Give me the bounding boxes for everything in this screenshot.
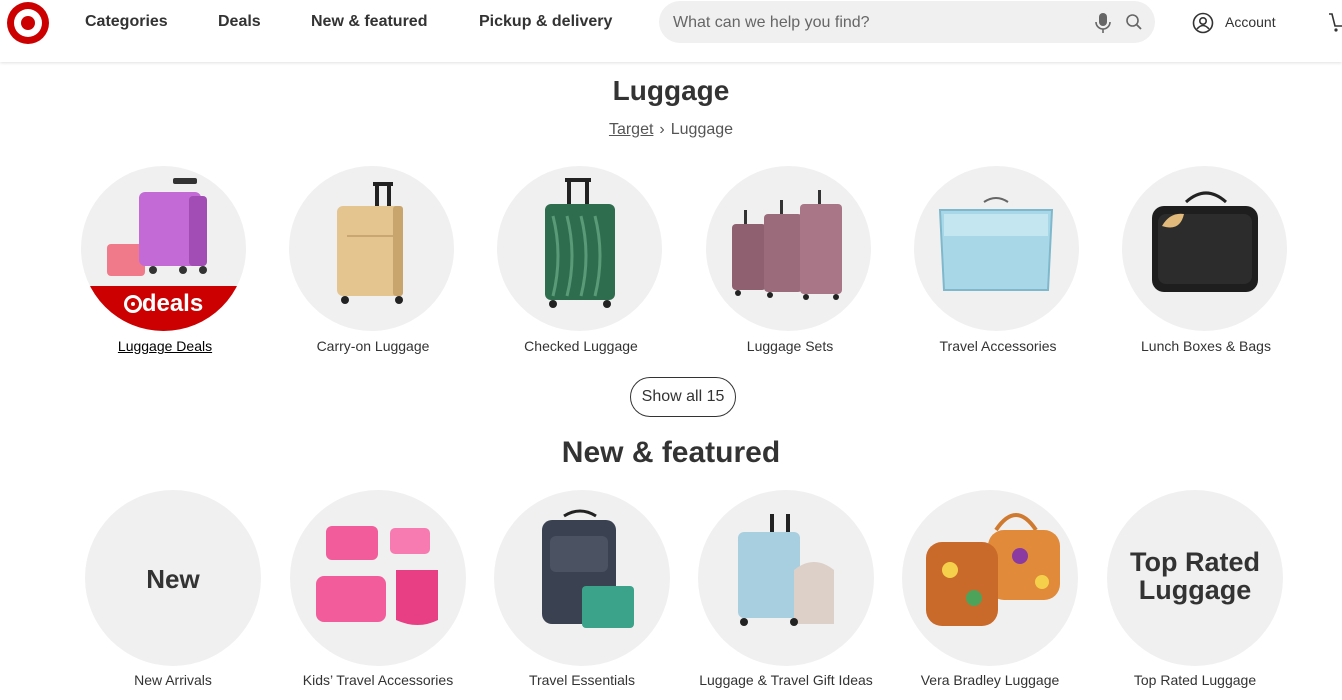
section-title-new-featured: New & featured [561,436,781,469]
microphone-icon[interactable] [1095,12,1111,34]
category-label: Carry-on Luggage [316,338,430,354]
breadcrumb-current: Luggage [670,121,734,138]
account-label: Account [1225,14,1276,30]
featured-image [290,490,466,666]
featured-label: Vera Bradley Luggage [920,672,1060,688]
packing-cube-illustration [938,197,1054,291]
category-image: deals [81,166,246,331]
featured-label: Travel Essentials [528,672,636,688]
carry-on-suitcase-illustration [337,182,403,304]
show-all-button[interactable]: Show all 15 [630,377,736,417]
featured-image: New [85,490,261,666]
account-icon [1192,12,1214,34]
featured-circle-text: New [146,564,200,594]
category-image [706,166,871,331]
category-label: Travel Accessories [939,338,1057,354]
featured-image [494,490,670,666]
cart-icon[interactable] [1328,12,1342,34]
lunch-bag-illustration [1152,191,1258,292]
chevron-right-icon: › [659,121,665,138]
breadcrumb: Target › Luggage [0,121,1342,139]
category-label: Luggage Sets [746,338,834,354]
breadcrumb-link-target[interactable]: Target [609,121,653,138]
checked-suitcase-illustration [545,178,615,308]
site-header: Categories Deals New & featured Pickup &… [0,0,1342,62]
category-image [289,166,454,331]
search-input[interactable] [671,9,1075,37]
target-logo-icon[interactable] [6,1,50,45]
featured-image [902,490,1078,666]
category-label: Checked Luggage [524,338,638,354]
search-bar [659,1,1155,43]
deals-badge: deals [81,290,246,318]
nav-deals[interactable]: Deals [218,13,261,31]
featured-label: Kids’ Travel Accessories [302,672,454,688]
featured-image [698,490,874,666]
kids-pouches-illustration [316,526,438,625]
category-image [1122,166,1287,331]
category-image [914,166,1079,331]
featured-circle-text: Top Rated Luggage [1130,547,1260,605]
category-label: Lunch Boxes & Bags [1141,338,1271,354]
featured-label: New Arrivals [134,672,212,688]
gift-luggage-illustration [738,514,834,626]
category-label: Luggage Deals [117,338,213,354]
featured-image: Top Rated Luggage [1107,490,1283,666]
page-title: Luggage [612,75,730,106]
featured-label: Top Rated Luggage [1133,672,1257,688]
nav-categories[interactable]: Categories [85,13,168,31]
vera-bradley-bags-illustration [926,513,1060,626]
search-icon[interactable] [1125,13,1143,31]
luggage-set-illustration [732,190,842,300]
nav-new-featured[interactable]: New & featured [311,13,427,31]
account-button[interactable]: Account [1192,12,1282,34]
backpack-illustration [542,509,634,628]
featured-label: Luggage & Travel Gift Ideas [699,672,873,688]
target-bullseye-icon [123,295,142,313]
nav-pickup-delivery[interactable]: Pickup & delivery [479,13,612,31]
category-image [497,166,662,331]
